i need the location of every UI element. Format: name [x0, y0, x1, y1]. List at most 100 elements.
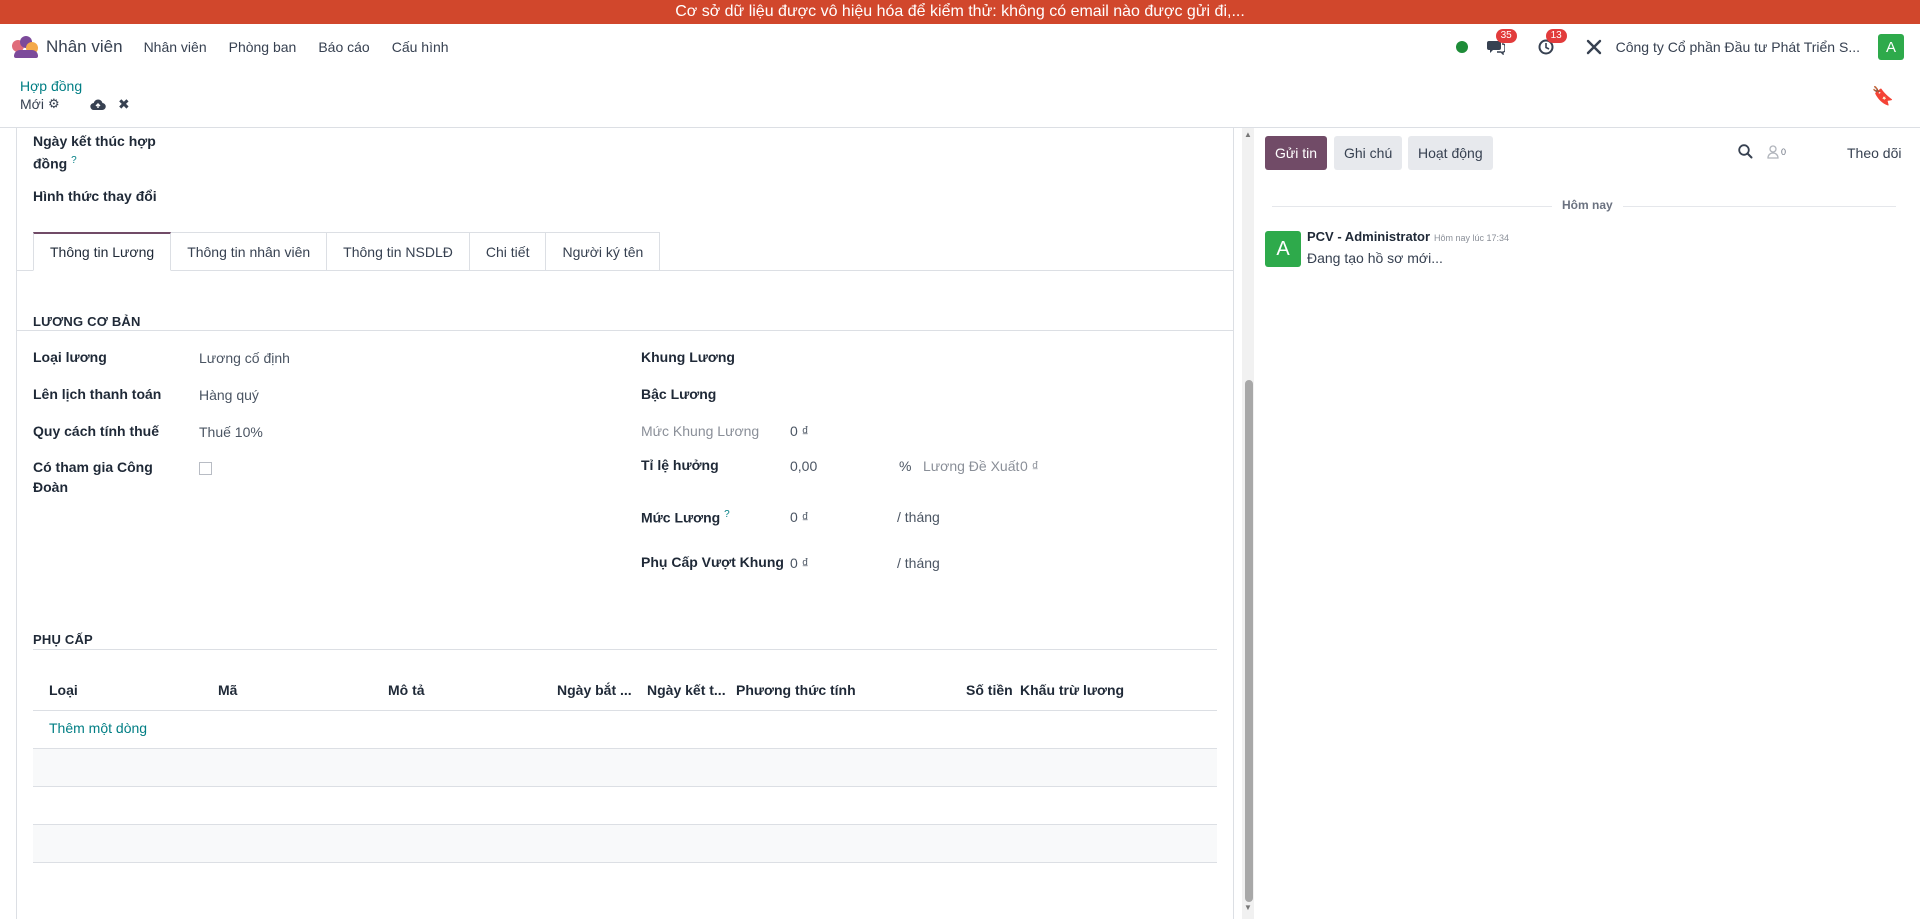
- over-frame-allowance-unit: / tháng: [897, 555, 940, 571]
- section-separator: [16, 330, 1234, 331]
- followers-count: 0: [1781, 146, 1787, 157]
- record-actions: ✖: [90, 96, 142, 113]
- wage-field[interactable]: 0 ₫: [790, 507, 809, 527]
- navbar-systray: 35 13 Công ty Cổ phần Đầu tư Phát Triển …: [1455, 24, 1904, 70]
- top-navbar: Nhân viên Nhân viên Phòng ban Báo cáo Cấ…: [0, 24, 1920, 70]
- send-message-button[interactable]: Gửi tin: [1265, 136, 1328, 170]
- save-cloud-icon[interactable]: [90, 98, 106, 111]
- change-type-label: Hình thức thay đổi: [33, 188, 157, 204]
- notebook-tabs: Thông tin Lương Thông tin nhân viên Thôn…: [33, 232, 661, 271]
- end-date-label: Ngày kết thúc hợp đồng ?: [33, 131, 156, 174]
- followers-icon[interactable]: [1767, 144, 1779, 159]
- pay-schedule-label: Lên lịch thanh toán: [33, 386, 162, 402]
- tax-rule-field[interactable]: Thuế 10%: [199, 422, 263, 442]
- activities-menu[interactable]: 13: [1536, 29, 1567, 57]
- column-header-type[interactable]: Loại: [49, 682, 78, 698]
- union-checkbox[interactable]: [199, 462, 212, 475]
- message-body: Đang tạo hồ sơ mới...: [1307, 250, 1443, 266]
- empty-table-row: [33, 825, 1217, 862]
- bookmark-icon[interactable]: 🔖: [1872, 86, 1894, 107]
- gear-icon[interactable]: ⚙: [48, 96, 60, 112]
- log-note-button[interactable]: Ghi chú: [1334, 136, 1403, 170]
- table-row-border: [33, 862, 1217, 863]
- discard-icon[interactable]: ✖: [118, 96, 130, 113]
- suggested-salary-value: 0 ₫: [1020, 458, 1039, 474]
- tools-icon[interactable]: [1586, 39, 1602, 55]
- menu-item-reports[interactable]: Báo cáo: [307, 39, 380, 55]
- wage-unit: / tháng: [897, 509, 940, 525]
- tab-details[interactable]: Chi tiết: [469, 232, 547, 271]
- ratio-label: Tỉ lệ hưởng: [641, 457, 719, 473]
- union-label: Có tham gia Công Đoàn: [33, 457, 153, 497]
- empty-table-row: [33, 749, 1217, 786]
- message-author[interactable]: PCV - Administrator: [1307, 229, 1430, 244]
- menu-item-departments[interactable]: Phòng ban: [218, 39, 308, 55]
- column-header-start-date[interactable]: Ngày bắt ...: [557, 682, 632, 698]
- column-header-description[interactable]: Mô tả: [388, 682, 425, 698]
- tax-rule-label: Quy cách tính thuế: [33, 423, 160, 439]
- tab-signatories[interactable]: Người ký tên: [546, 232, 661, 271]
- wage-label-text: Mức Lương: [641, 509, 721, 526]
- menu-item-configuration[interactable]: Cấu hình: [381, 39, 460, 55]
- union-label-line2: Đoàn: [33, 479, 68, 495]
- table-row-border: [33, 786, 1217, 787]
- message-author-avatar[interactable]: A: [1265, 231, 1301, 267]
- employees-app-icon: [12, 36, 40, 58]
- column-header-calc-method[interactable]: Phương thức tính: [736, 682, 856, 698]
- over-frame-allowance-field[interactable]: 0 ₫: [790, 553, 809, 573]
- salary-frame-label: Khung Lương: [641, 349, 735, 365]
- activities-button[interactable]: Hoạt động: [1408, 136, 1493, 170]
- message-timestamp: Hôm nay lúc 17:34: [1434, 233, 1510, 243]
- scroll-down-arrow-icon[interactable]: ▼: [1244, 903, 1252, 912]
- search-icon[interactable]: [1738, 144, 1753, 159]
- frame-level-label: Mức Khung Lương: [641, 423, 760, 439]
- salary-type-field[interactable]: Lương cố định: [199, 348, 290, 368]
- main-menu: Nhân viên Phòng ban Báo cáo Cấu hình: [133, 39, 460, 55]
- section-title-basic-salary: LƯƠNG CƠ BẢN: [33, 314, 141, 329]
- record-name: Mới: [20, 96, 44, 112]
- frame-level-value: 0 ₫: [790, 423, 809, 439]
- messages-count-badge: 35: [1495, 29, 1517, 43]
- test-mode-banner: Cơ sở dữ liệu được vô hiệu hóa để kiểm t…: [0, 0, 1920, 24]
- tab-employer-info[interactable]: Thông tin NSDLĐ: [327, 232, 470, 271]
- wage-help-icon[interactable]: ?: [724, 509, 730, 520]
- column-header-salary-deduction[interactable]: Khấu trừ lương: [1020, 682, 1124, 698]
- company-switcher[interactable]: Công ty Cổ phần Đầu tư Phát Triển S...: [1616, 39, 1860, 55]
- allowance-separator: [33, 649, 1217, 650]
- end-date-label-line2: đồng: [33, 155, 68, 172]
- activities-count-badge: 13: [1545, 29, 1567, 43]
- control-panel: Hợp đồng Mới ⚙ ✖ 🔖: [0, 70, 1920, 128]
- column-header-amount[interactable]: Số tiền: [966, 682, 1013, 698]
- follow-button[interactable]: Theo dõi: [1847, 145, 1901, 161]
- breadcrumb-current: Mới ⚙: [20, 96, 60, 112]
- chatter-panel: [1254, 128, 1920, 919]
- pay-schedule-field[interactable]: Hàng quý: [199, 385, 259, 405]
- tab-salary-info[interactable]: Thông tin Lương: [33, 232, 172, 271]
- salary-type-label: Loại lương: [33, 349, 107, 365]
- menu-item-employees[interactable]: Nhân viên: [133, 39, 218, 55]
- column-header-end-date[interactable]: Ngày kết t...: [647, 682, 726, 698]
- breadcrumb-parent-link[interactable]: Hợp đồng: [20, 78, 82, 94]
- user-avatar[interactable]: A: [1878, 34, 1904, 60]
- help-tooltip-icon[interactable]: ?: [71, 155, 77, 166]
- ratio-unit: %: [899, 458, 912, 474]
- wage-label: Mức Lương ?: [641, 505, 730, 528]
- app-brand[interactable]: Nhân viên: [12, 36, 123, 58]
- day-separator-label: Hôm nay: [1552, 198, 1623, 212]
- suggested-salary-label: Lương Đề Xuất: [923, 458, 1020, 474]
- tab-employee-info[interactable]: Thông tin nhân viên: [171, 232, 328, 271]
- add-line-link[interactable]: Thêm một dòng: [49, 720, 147, 736]
- messages-menu[interactable]: 35: [1486, 29, 1517, 57]
- presence-status-icon[interactable]: [1455, 41, 1468, 53]
- column-header-code[interactable]: Mã: [218, 682, 237, 698]
- scroll-up-arrow-icon[interactable]: ▲: [1244, 130, 1252, 139]
- end-date-label-line1: Ngày kết thúc hợp: [33, 133, 156, 149]
- table-header-border: [33, 710, 1217, 711]
- app-name[interactable]: Nhân viên: [46, 37, 123, 57]
- salary-grade-label: Bậc Lương: [641, 386, 717, 402]
- scrollbar-thumb[interactable]: [1245, 380, 1253, 902]
- over-frame-allowance-label: Phụ Cấp Vượt Khung: [641, 554, 784, 570]
- ratio-field[interactable]: 0,00: [790, 456, 817, 476]
- chatter-topbar-icons: 0: [1738, 144, 1786, 159]
- union-label-line1: Có tham gia Công: [33, 459, 153, 475]
